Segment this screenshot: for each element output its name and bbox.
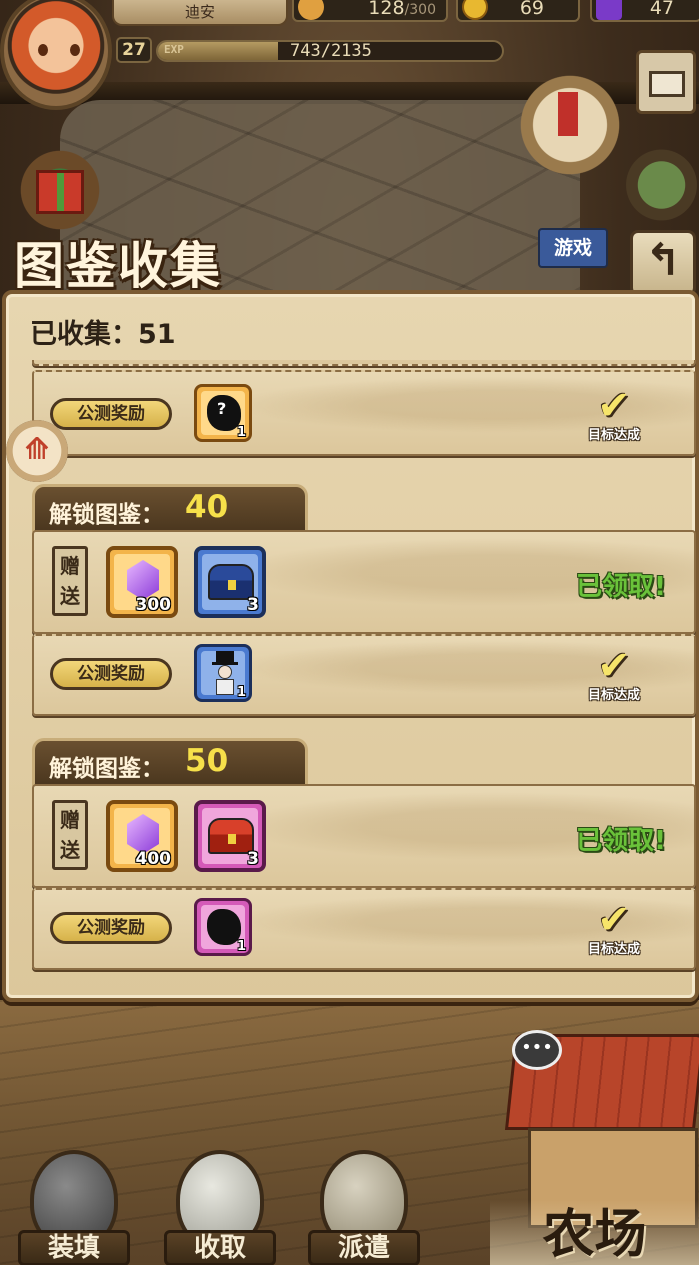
- top-hud: 迪安 27 EXP 743/2135 128/300 69 47: [0, 0, 699, 110]
- gem-value: 47: [649, 0, 674, 19]
- scroll-up-button[interactable]: ⟰: [6, 420, 68, 482]
- unlock-count: 40: [185, 489, 229, 525]
- beta-reward-row: 公测奖励 1 ✔ 目标达成: [32, 634, 696, 716]
- goal-text: 目标达成: [587, 688, 640, 703]
- gift-reward-row: 赠送 400 3 已领取!: [32, 784, 696, 888]
- unlock-count: 50: [185, 743, 229, 779]
- collect-button[interactable]: 收取: [156, 1150, 284, 1265]
- chat-icon[interactable]: •••: [512, 1030, 562, 1070]
- reward-count: 3: [247, 595, 259, 615]
- claimed-status: 已领取!: [576, 572, 666, 602]
- gift-button[interactable]: [10, 140, 110, 240]
- page-title: 图鉴收集: [14, 236, 222, 295]
- red-chest-icon[interactable]: 3: [194, 800, 266, 872]
- exp-label: EXP: [164, 43, 184, 56]
- reward-count: 3: [247, 849, 259, 869]
- avatar-eye-right: [70, 44, 80, 56]
- gift-label: 赠送: [52, 800, 88, 870]
- check-icon: ✔: [597, 383, 631, 429]
- beta-reward-tag: 公测奖励: [50, 912, 172, 944]
- load-button[interactable]: 装填: [10, 1150, 138, 1265]
- collect-label: 收取: [164, 1230, 276, 1265]
- exp-bar: EXP 743/2135: [156, 40, 504, 62]
- mail-button[interactable]: [636, 50, 696, 114]
- quest-scroll-button[interactable]: [510, 70, 630, 180]
- back-button[interactable]: ↰: [630, 230, 696, 296]
- reward-count: 1: [236, 939, 246, 954]
- reward-count: 1: [236, 685, 246, 700]
- collection-panel: 已收集：51 公测奖励 ? 1 ✔ 目标达成 解锁图鉴： 40 赠送 300 3…: [2, 290, 699, 1002]
- goal-text: 目标达成: [587, 942, 640, 957]
- dispatch-label: 派遣: [308, 1230, 420, 1265]
- collected-count: 已收集：51: [30, 319, 176, 350]
- bread-icon: [298, 0, 324, 20]
- mystery-symbol: ?: [217, 399, 227, 418]
- blue-chest-icon[interactable]: 3: [194, 546, 266, 618]
- gentleman-card-icon[interactable]: 1: [194, 644, 252, 702]
- reward-count: 400: [135, 849, 172, 869]
- exp-text: 743/2135: [290, 41, 372, 61]
- gift-label: 赠送: [52, 546, 88, 616]
- unlock-header: 解锁图鉴： 40: [32, 484, 308, 532]
- list-item-partial: [32, 360, 696, 366]
- gift-reward-row: 赠送 300 3 已领取!: [32, 530, 696, 634]
- purple-gem-icon: [596, 0, 622, 20]
- stamina-value: 128: [368, 0, 405, 19]
- reward-count: 300: [135, 595, 172, 615]
- stamina-max: /300: [404, 2, 436, 18]
- unlock-label: 解锁图鉴：: [49, 502, 164, 528]
- gold-counter[interactable]: 69: [456, 0, 580, 22]
- envelope-icon: [649, 71, 685, 97]
- goal-achieved: ✔ 目标达成: [574, 900, 654, 960]
- scroll-icon: [558, 92, 578, 136]
- claimed-status: 已领取!: [576, 826, 666, 856]
- load-label: 装填: [18, 1230, 130, 1265]
- gem-counter[interactable]: 47: [590, 0, 699, 22]
- arrow-up-icon: ⟰: [24, 432, 50, 467]
- purple-gem-icon[interactable]: 400: [106, 800, 178, 872]
- reward-count: 1: [236, 425, 246, 440]
- unlock-label: 解锁图鉴：: [49, 756, 164, 782]
- mystery-card-icon[interactable]: 1: [194, 898, 252, 956]
- goal-achieved: ✔ 目标达成: [574, 386, 654, 446]
- player-name: 迪安: [112, 0, 288, 26]
- beta-reward-row: 公测奖励 ? 1 ✔ 目标达成: [32, 370, 696, 456]
- farm-label: 农场: [490, 1200, 699, 1265]
- gold-value: 69: [519, 0, 544, 19]
- check-icon: ✔: [597, 643, 631, 689]
- stamina-counter[interactable]: 128/300: [292, 0, 448, 22]
- back-arrow-icon: ↰: [644, 235, 682, 286]
- beta-reward-row: 公测奖励 1 ✔ 目标达成: [32, 888, 696, 970]
- beta-reward-tag: 公测奖励: [50, 398, 172, 430]
- check-icon: ✔: [597, 897, 631, 943]
- dispatch-button[interactable]: 派遣: [300, 1150, 428, 1265]
- purple-gem-icon[interactable]: 300: [106, 546, 178, 618]
- backpack-button[interactable]: [624, 140, 699, 230]
- goal-achieved: ✔ 目标达成: [574, 646, 654, 706]
- gift-box-icon: [36, 170, 84, 214]
- avatar-eye-left: [38, 44, 48, 56]
- gold-coin-icon: [462, 0, 488, 20]
- beta-reward-tag: 公测奖励: [50, 658, 172, 690]
- player-level: 27: [116, 37, 152, 63]
- unlock-header: 解锁图鉴： 50: [32, 738, 308, 786]
- mystery-card-icon[interactable]: ? 1: [194, 384, 252, 442]
- goal-text: 目标达成: [587, 428, 640, 443]
- game-button[interactable]: 游戏: [538, 228, 608, 268]
- reward-list[interactable]: 公测奖励 ? 1 ✔ 目标达成 解锁图鉴： 40 赠送 300 3 已领取! 公…: [28, 360, 696, 990]
